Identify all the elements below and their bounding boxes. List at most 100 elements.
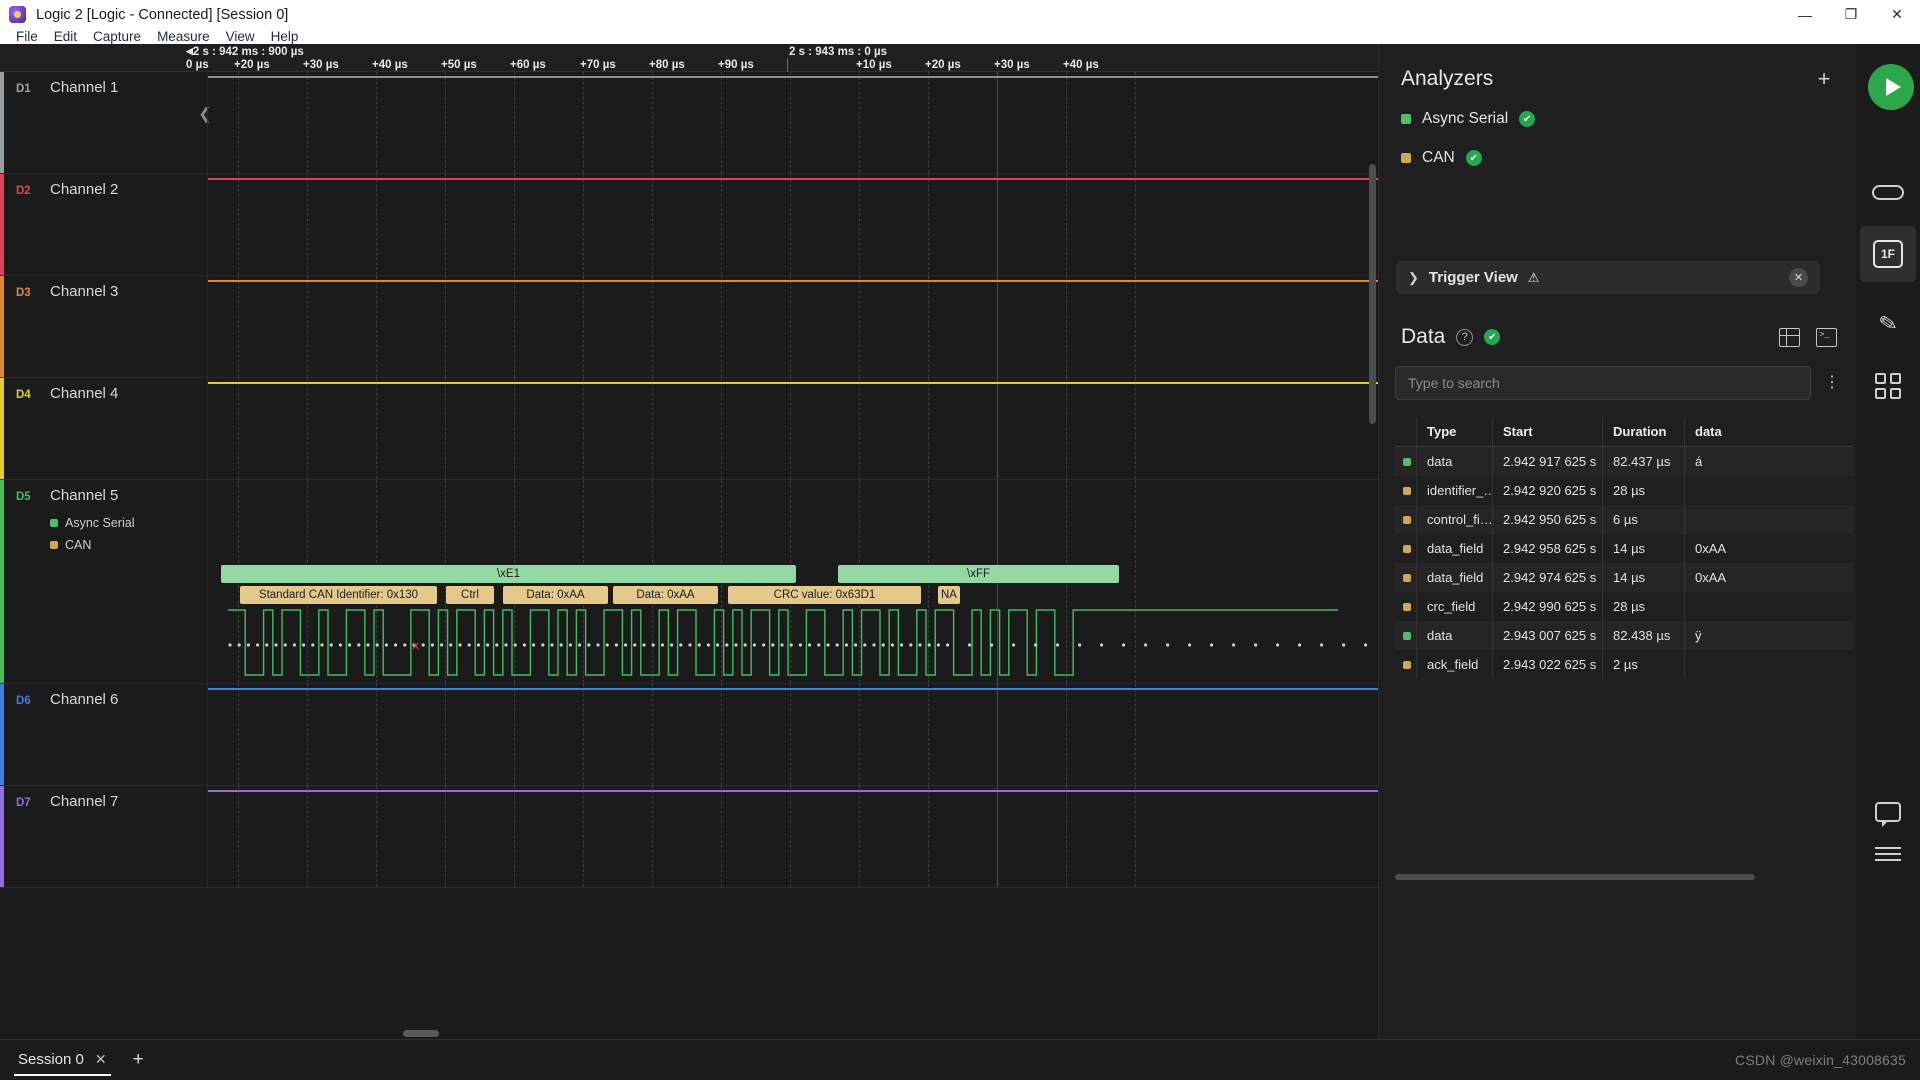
channel-label-d2[interactable]: D2 Channel 2 xyxy=(0,174,208,275)
plus-icon[interactable]: + xyxy=(1813,68,1835,90)
minimize-icon[interactable]: — xyxy=(1782,0,1828,29)
channel-row-d4[interactable]: D4 Channel 4 HL xyxy=(0,378,1378,480)
table-row[interactable]: ack_field 2.943 022 625 s2 µs xyxy=(1395,650,1853,679)
gridline xyxy=(928,276,929,377)
cell-duration: 28 µs xyxy=(1603,476,1685,505)
table-view-icon[interactable] xyxy=(1779,327,1800,347)
menu-item-help[interactable]: Help xyxy=(263,29,307,44)
vertical-scrollbar[interactable] xyxy=(1369,164,1376,424)
channel-label-d7[interactable]: D7 Channel 7 xyxy=(0,786,208,887)
menu-item-capture[interactable]: Capture xyxy=(85,29,149,44)
data-table-scrollbar[interactable] xyxy=(1395,874,1755,880)
channel-label-d4[interactable]: D4 Channel 4 xyxy=(0,378,208,479)
channel-row-d3[interactable]: D3 Channel 3 HL xyxy=(0,276,1378,378)
timeline-ruler[interactable]: ◀2 s : 942 ms : 900 µs 2 s : 943 ms : 0 µ… xyxy=(0,44,1378,72)
analyzer-item-can[interactable]: CAN ✔ xyxy=(1401,145,1831,171)
help-icon[interactable]: ? xyxy=(1456,328,1474,346)
menu-item-file[interactable]: File xyxy=(8,29,46,44)
channel-plot-d6[interactable]: HL xyxy=(208,684,1378,785)
analyzer-status-check-icon: ✔ xyxy=(1519,111,1536,127)
search-input[interactable] xyxy=(1396,367,1810,399)
channel-analyzer-tag[interactable]: CAN xyxy=(50,538,91,552)
channel-row-d6[interactable]: D6 Channel 6 HL xyxy=(0,684,1378,786)
menu-item-view[interactable]: View xyxy=(218,29,263,44)
gridline xyxy=(1135,684,1136,785)
channel-plot-d7[interactable]: HL xyxy=(208,786,1378,887)
close-icon[interactable]: ✕ xyxy=(95,1051,107,1068)
search-box[interactable] xyxy=(1395,366,1811,400)
gridline xyxy=(859,786,860,887)
window-title: Logic 2 [Logic - Connected] [Session 0] xyxy=(36,6,289,23)
cell-type: data_field xyxy=(1417,563,1493,592)
cell-type: control_fi… xyxy=(1417,505,1493,534)
table-row[interactable]: identifier_… 2.942 920 625 s 28 µs xyxy=(1395,476,1853,505)
gridline xyxy=(376,786,377,887)
cell-start: 2.942 974 625 s xyxy=(1493,563,1603,592)
channel-row-d5[interactable]: D5 Channel 5 Async Serial CAN \xE1 \xFF Standa… xyxy=(0,480,1378,684)
channel-plot-d4[interactable]: HL xyxy=(208,378,1378,479)
channel-plot-d2[interactable]: HL xyxy=(208,174,1378,275)
cell-duration: 82.437 µs xyxy=(1603,447,1685,476)
more-options-icon[interactable]: ⋮ xyxy=(1823,374,1841,394)
list-lines-icon[interactable] xyxy=(1860,826,1916,882)
channel-row-d2[interactable]: D2 Channel 2 HL xyxy=(0,174,1378,276)
channel-row-d7[interactable]: D7 Channel 7 HL xyxy=(0,786,1378,888)
horizontal-scroll-thumb[interactable] xyxy=(403,1030,439,1037)
row-type-color-dot xyxy=(1395,563,1417,592)
channel-label-d5[interactable]: D5 Channel 5 Async Serial CAN xyxy=(0,480,208,683)
session-tab[interactable]: Session 0 ✕ xyxy=(14,1045,111,1076)
gridline xyxy=(928,378,929,479)
column-header-start[interactable]: Start xyxy=(1493,417,1603,446)
channel-analyzer-tag[interactable]: Async Serial xyxy=(50,516,134,530)
channel-plot-d3[interactable]: HL xyxy=(208,276,1378,377)
table-row[interactable]: data 2.943 007 625 s 82.438 µs ÿ xyxy=(1395,621,1853,650)
column-header-duration[interactable]: Duration xyxy=(1603,417,1685,446)
terminal-view-icon[interactable] xyxy=(1816,327,1837,347)
gridline xyxy=(859,684,860,785)
pencil-measure-icon[interactable]: ✎ xyxy=(1860,296,1916,352)
logic-app-icon xyxy=(9,6,26,23)
trigger-view-row[interactable]: ❯ Trigger View ⚠ ✕ xyxy=(1396,261,1820,294)
gridline xyxy=(721,378,722,479)
horizontal-scrollbar[interactable] xyxy=(208,1030,1368,1037)
close-circle-icon[interactable]: ✕ xyxy=(1789,268,1808,287)
cell-type: crc_field xyxy=(1417,592,1493,621)
play-button-icon[interactable] xyxy=(1868,64,1914,110)
column-header-type[interactable]: Type xyxy=(1417,417,1493,446)
channel-name: Channel 2 xyxy=(50,181,119,198)
watermark: CSDN @weixin_43008635 xyxy=(1735,1052,1906,1068)
maximize-icon[interactable]: ❐ xyxy=(1828,0,1874,29)
gridline xyxy=(1066,276,1067,377)
menu-item-edit[interactable]: Edit xyxy=(46,29,85,44)
channel-plot-d1[interactable]: HL xyxy=(208,72,1378,173)
digital-1f-icon[interactable]: 1F xyxy=(1860,226,1916,282)
channel-accent-bar xyxy=(0,684,4,785)
title-bar: Logic 2 [Logic - Connected] [Session 0] … xyxy=(0,0,1920,29)
menu-item-measure[interactable]: Measure xyxy=(149,29,218,44)
gridline xyxy=(376,684,377,785)
gridline xyxy=(1066,72,1067,173)
gridline xyxy=(859,378,860,479)
channel-label-d3[interactable]: D3 Channel 3 xyxy=(0,276,208,377)
extensions-blocks-icon[interactable] xyxy=(1860,358,1916,414)
table-row[interactable]: data_field 2.942 974 625 s 14 µs 0xAA xyxy=(1395,563,1853,592)
gridline xyxy=(1066,786,1067,887)
table-row[interactable]: data 2.942 917 625 s 82.437 µs á xyxy=(1395,447,1853,476)
close-icon[interactable]: ✕ xyxy=(1874,0,1920,29)
channel-row-d1[interactable]: D1 Channel 1 HL xyxy=(0,72,1378,174)
table-row[interactable]: control_fi… 2.942 950 625 s6 µs xyxy=(1395,505,1853,534)
device-capsule-icon[interactable] xyxy=(1860,164,1916,220)
analyzer-item-async-serial[interactable]: Async Serial ✔ xyxy=(1401,106,1831,132)
channel-plot-d5[interactable]: \xE1 \xFF Standard CAN Identifier: 0x130 Ct… xyxy=(208,480,1378,683)
column-header-data[interactable]: data xyxy=(1685,417,1747,446)
table-row[interactable]: crc_field 2.942 990 625 s 28 µs xyxy=(1395,592,1853,621)
plus-icon[interactable]: + xyxy=(133,1049,144,1071)
channel-label-d6[interactable]: D6 Channel 6 xyxy=(0,684,208,785)
table-row[interactable]: data_field 2.942 958 625 s 14 µs 0xAA xyxy=(1395,534,1853,563)
data-title: Data xyxy=(1401,325,1446,348)
chevron-right-icon[interactable]: ❯ xyxy=(1408,270,1419,286)
right-toolbar: 1F ✎ xyxy=(1856,44,1920,1039)
gridline xyxy=(652,72,653,173)
channel-name: Channel 3 xyxy=(50,283,119,300)
channel-label-d1[interactable]: D1 Channel 1 xyxy=(0,72,208,173)
